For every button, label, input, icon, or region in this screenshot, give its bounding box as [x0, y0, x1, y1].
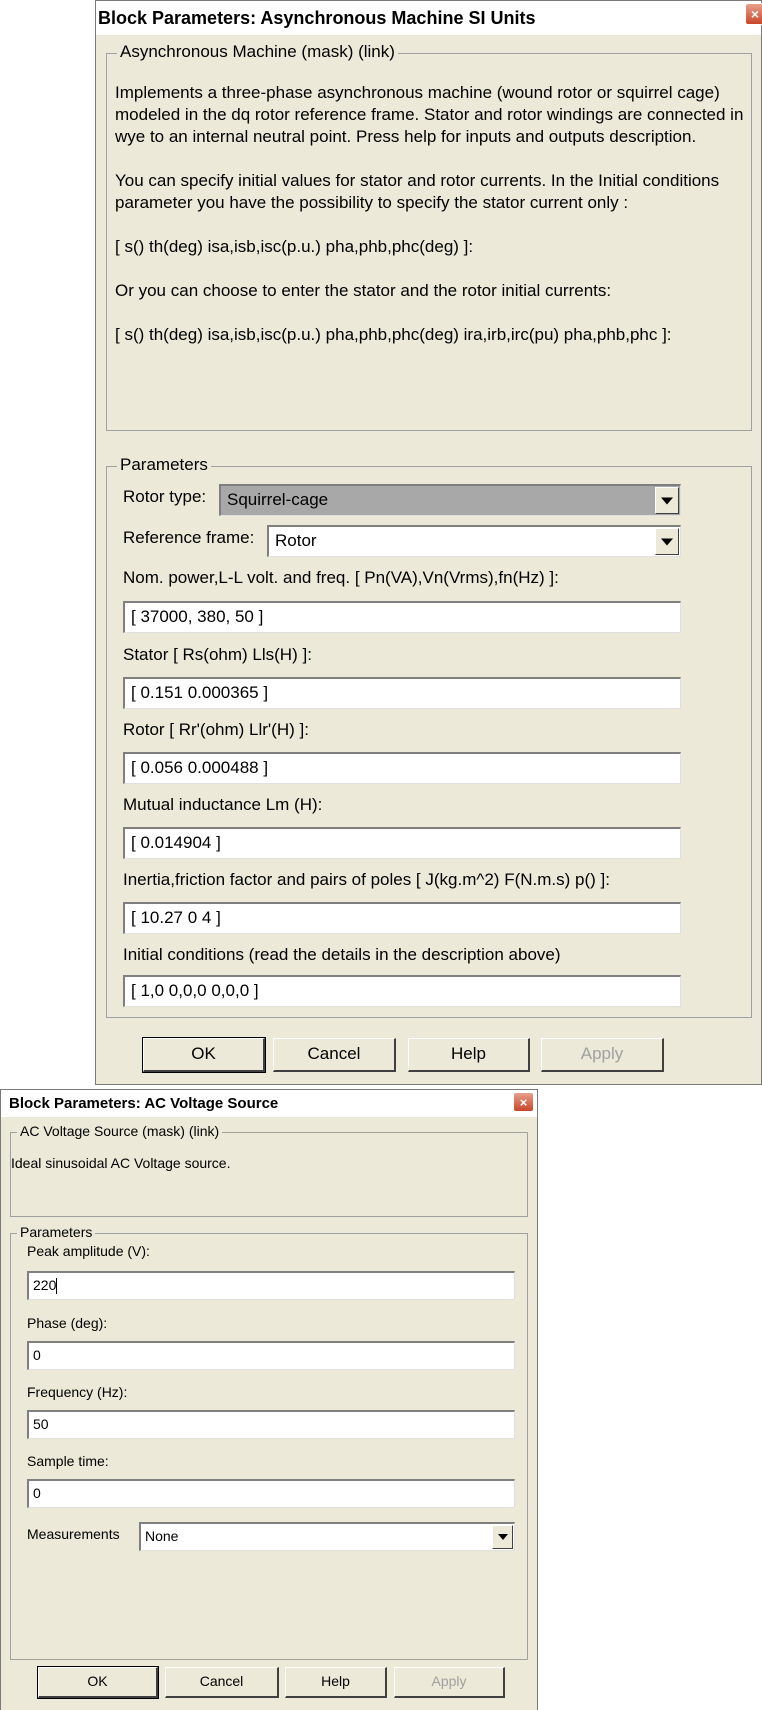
- frequency-label: Frequency (Hz):: [27, 1384, 128, 1400]
- frequency-input[interactable]: 50: [27, 1410, 515, 1439]
- initial-conditions-input[interactable]: [ 1,0 0,0,0 0,0,0 ]: [123, 975, 681, 1007]
- peak-amplitude-input[interactable]: 220: [27, 1271, 515, 1300]
- mask-group-title: Asynchronous Machine (mask) (link): [117, 42, 398, 62]
- rotor-input[interactable]: [ 0.056 0.000488 ]: [123, 752, 681, 784]
- measurements-value: None: [145, 1528, 179, 1544]
- peak-amplitude-label: Peak amplitude (V):: [27, 1243, 150, 1259]
- initial-conditions-label: Initial conditions (read the details in …: [123, 945, 561, 964]
- mask-description: Implements a three-phase asynchronous ma…: [115, 82, 745, 368]
- peak-amplitude-value: 220: [33, 1277, 57, 1293]
- close-icon[interactable]: ×: [513, 1092, 534, 1112]
- cancel-button[interactable]: Cancel: [165, 1667, 279, 1698]
- mutual-inductance-label: Mutual inductance Lm (H):: [123, 795, 323, 814]
- rotor-type-label: Rotor type:: [123, 487, 207, 506]
- reference-frame-value: Rotor: [275, 531, 317, 550]
- text-cursor: [56, 1278, 58, 1295]
- sample-time-input[interactable]: 0: [27, 1479, 515, 1508]
- mask-description-group: Asynchronous Machine (mask) (link) Imple…: [106, 42, 752, 431]
- help-button[interactable]: Help: [285, 1667, 387, 1698]
- reference-frame-dropdown[interactable]: Rotor: [267, 525, 681, 557]
- close-icon[interactable]: ×: [745, 3, 762, 25]
- chevron-down-icon[interactable]: [655, 528, 679, 555]
- description-paragraph: Or you can choose to enter the stator an…: [115, 281, 612, 300]
- parameters-group-title: Parameters: [17, 1224, 96, 1240]
- sample-time-label: Sample time:: [27, 1453, 109, 1469]
- measurements-dropdown[interactable]: None: [139, 1522, 515, 1551]
- help-button[interactable]: Help: [408, 1038, 530, 1072]
- title-bar[interactable]: Block Parameters: Asynchronous Machine S…: [96, 1, 761, 35]
- mutual-inductance-input[interactable]: [ 0.014904 ]: [123, 827, 681, 859]
- parameters-group-title: Parameters: [117, 455, 211, 475]
- asynchronous-machine-dialog: Block Parameters: Asynchronous Machine S…: [95, 0, 762, 1085]
- apply-button[interactable]: Apply: [541, 1038, 664, 1072]
- measurements-label: Measurements: [27, 1526, 120, 1542]
- description-paragraph: [ s() th(deg) isa,isb,isc(p.u.) pha,phb,…: [115, 237, 474, 256]
- inertia-input[interactable]: [ 10.27 0 4 ]: [123, 902, 681, 934]
- reference-frame-label: Reference frame:: [123, 528, 255, 547]
- inertia-label: Inertia,friction factor and pairs of pol…: [123, 870, 610, 889]
- ac-voltage-source-dialog: Block Parameters: AC Voltage Source × AC…: [0, 1089, 538, 1710]
- description-paragraph: [ s() th(deg) isa,isb,isc(p.u.) pha,phb,…: [115, 325, 672, 344]
- dialog-title: Block Parameters: AC Voltage Source: [9, 1095, 279, 1112]
- dialog-title: Block Parameters: Asynchronous Machine S…: [98, 8, 536, 28]
- apply-button[interactable]: Apply: [394, 1667, 505, 1698]
- description-paragraph: You can specify initial values for stato…: [115, 171, 720, 212]
- parameters-group: Parameters Rotor type: Squirrel-cage Ref…: [106, 455, 752, 1018]
- chevron-down-icon[interactable]: [655, 487, 679, 514]
- ok-button[interactable]: OK: [37, 1666, 159, 1699]
- nominal-input[interactable]: [ 37000, 380, 50 ]: [123, 601, 681, 633]
- rotor-type-value: Squirrel-cage: [227, 490, 329, 509]
- stator-input[interactable]: [ 0.151 0.000365 ]: [123, 677, 681, 709]
- phase-input[interactable]: 0: [27, 1341, 515, 1370]
- stator-label: Stator [ Rs(ohm) Lls(H) ]:: [123, 645, 312, 664]
- mask-group-title: AC Voltage Source (mask) (link): [17, 1123, 223, 1139]
- rotor-type-dropdown[interactable]: Squirrel-cage: [219, 484, 681, 516]
- title-bar[interactable]: Block Parameters: AC Voltage Source: [1, 1090, 537, 1117]
- nominal-label: Nom. power,L-L volt. and freq. [ Pn(VA),…: [123, 568, 559, 587]
- phase-label: Phase (deg):: [27, 1315, 108, 1331]
- mask-description-group: AC Voltage Source (mask) (link) Ideal si…: [10, 1123, 528, 1217]
- chevron-down-icon[interactable]: [492, 1525, 513, 1549]
- ok-button[interactable]: OK: [142, 1037, 266, 1073]
- mask-description: Ideal sinusoidal AC Voltage source.: [11, 1155, 231, 1171]
- parameters-group: Parameters Peak amplitude (V): 220 Phase…: [10, 1224, 528, 1660]
- cancel-button[interactable]: Cancel: [273, 1038, 396, 1072]
- description-paragraph: Implements a three-phase asynchronous ma…: [115, 83, 744, 146]
- rotor-label: Rotor [ Rr'(ohm) Llr'(H) ]:: [123, 720, 309, 739]
